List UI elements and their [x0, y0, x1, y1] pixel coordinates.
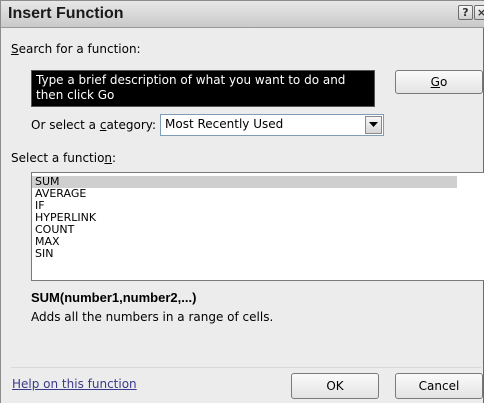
help-on-function-link[interactable]: Help on this function: [12, 377, 137, 391]
search-input[interactable]: Type a brief description of what you wan…: [31, 70, 375, 107]
function-list-item[interactable]: SUM: [32, 176, 457, 188]
help-icon: ?: [462, 6, 469, 19]
function-list[interactable]: SUM AVERAGE IF HYPERLINK COUNT MAX SIN: [31, 172, 484, 281]
function-signature: SUM(number1,number2,...): [31, 290, 197, 305]
function-list-item[interactable]: MAX: [32, 236, 457, 248]
insert-function-dialog: Insert Function ? × Search for a functio…: [0, 0, 484, 403]
title-bar[interactable]: Insert Function ? ×: [1, 1, 484, 28]
category-select[interactable]: Most Recently Used: [160, 114, 384, 136]
chevron-down-icon[interactable]: [365, 116, 382, 134]
search-input-text: Type a brief description of what you wan…: [36, 73, 346, 102]
function-list-item[interactable]: HYPERLINK: [32, 212, 457, 224]
dialog-title: Insert Function: [8, 5, 124, 22]
category-selected-value: Most Recently Used: [165, 117, 284, 131]
cancel-button[interactable]: Cancel: [395, 373, 483, 399]
ok-button[interactable]: OK: [291, 373, 379, 399]
search-label: Search for a function:: [11, 42, 141, 56]
close-icon: ×: [476, 6, 484, 19]
close-button[interactable]: ×: [474, 5, 484, 20]
function-list-item[interactable]: COUNT: [32, 224, 457, 236]
function-list-item[interactable]: SIN: [32, 248, 457, 260]
function-list-item[interactable]: AVERAGE: [32, 188, 457, 200]
footer-divider: [11, 367, 481, 368]
function-description: Adds all the numbers in a range of cells…: [31, 310, 274, 324]
category-label: Or select a category:: [31, 118, 157, 132]
function-list-label: Select a function:: [11, 151, 117, 165]
help-button[interactable]: ?: [458, 5, 473, 20]
go-button[interactable]: Go: [395, 70, 483, 94]
